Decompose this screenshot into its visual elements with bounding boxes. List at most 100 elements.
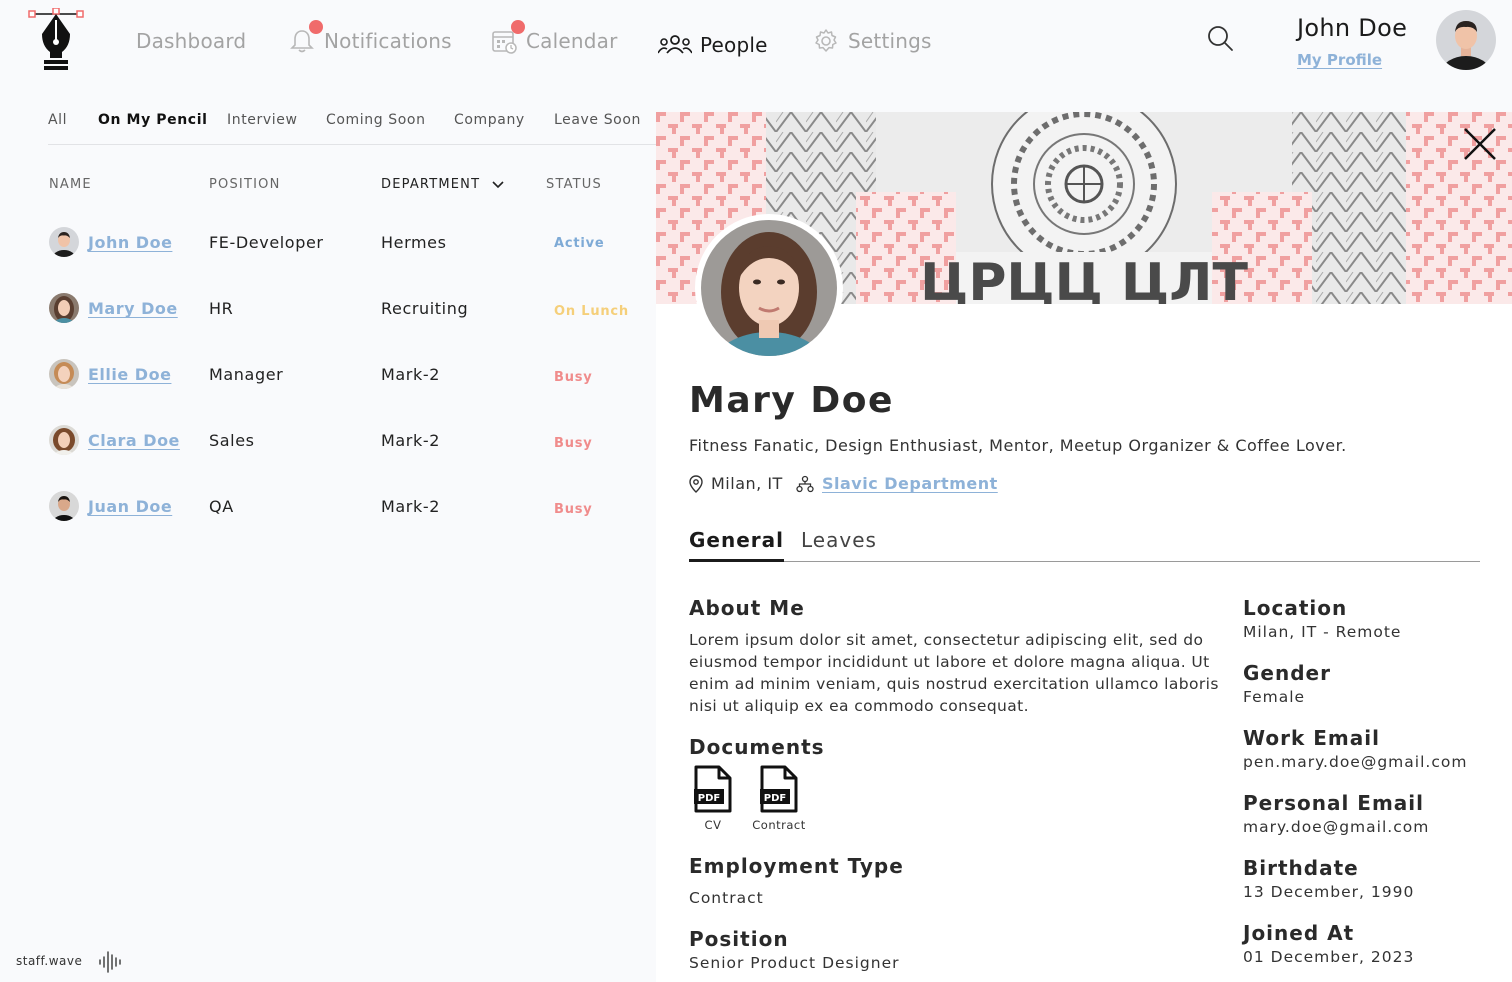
about-me-text: Lorem ipsum dolor sit amet, consectetur … bbox=[689, 631, 1219, 715]
avatar bbox=[49, 359, 79, 389]
detail-label: Birthdate bbox=[1243, 856, 1359, 880]
nav-calendar-label: Calendar bbox=[526, 29, 618, 53]
notification-dot bbox=[309, 20, 323, 34]
avatar bbox=[49, 227, 79, 257]
gear-icon bbox=[812, 27, 840, 55]
detail-label: Gender bbox=[1243, 661, 1331, 685]
profile-department: Slavic Department bbox=[796, 474, 998, 493]
employment-type-value: Contract bbox=[689, 889, 764, 907]
current-user-name: John Doe bbox=[1297, 14, 1408, 42]
nav-notifications-label: Notifications bbox=[324, 29, 452, 53]
nav-settings[interactable]: Settings bbox=[812, 26, 932, 56]
sound-wave-icon bbox=[99, 951, 121, 973]
person-position: Sales bbox=[209, 431, 255, 450]
person-position: Manager bbox=[209, 365, 284, 384]
profile-location: Milan, IT bbox=[689, 474, 783, 493]
person-position: FE-Developer bbox=[209, 233, 324, 252]
profile-panel: ЦРЦЦ ЦЛТ Mary Doe Fitness Fanatic, Desig… bbox=[656, 112, 1512, 982]
about-me-title: About Me bbox=[689, 596, 805, 620]
notification-dot bbox=[511, 20, 525, 34]
status-badge: Busy bbox=[554, 370, 593, 385]
detail-value: Female bbox=[1243, 688, 1306, 706]
document-label: Contract bbox=[752, 818, 806, 832]
person-name-link[interactable]: John Doe bbox=[88, 233, 172, 252]
profile-tabs: General Leaves bbox=[689, 528, 1480, 562]
person-department: Mark-2 bbox=[381, 365, 441, 384]
detail-value: 13 December, 1990 bbox=[1243, 883, 1415, 901]
position-value: Senior Product Designer bbox=[689, 954, 900, 972]
filter-tabs: All On My Pencil Interview Coming Soon C… bbox=[48, 110, 657, 145]
person-position: HR bbox=[209, 299, 234, 318]
detail-value: pen.mary.doe@gmail.com bbox=[1243, 753, 1468, 771]
nav-calendar[interactable]: Calendar bbox=[490, 20, 618, 56]
nav-dashboard[interactable]: Dashboard bbox=[136, 26, 246, 56]
nav-people[interactable]: People bbox=[658, 30, 768, 60]
profile-location-text: Milan, IT bbox=[711, 474, 783, 493]
profile-bio: Fitness Fanatic, Design Enthusiast, Ment… bbox=[689, 436, 1347, 455]
nav-settings-label: Settings bbox=[848, 29, 932, 53]
position-title: Position bbox=[689, 927, 789, 951]
document-cv[interactable]: PDF CV bbox=[678, 764, 748, 832]
status-badge: Active bbox=[554, 236, 605, 251]
column-header-name: NAME bbox=[49, 177, 92, 192]
calendar-icon bbox=[490, 20, 525, 55]
person-position: QA bbox=[209, 497, 234, 516]
detail-value: 01 December, 2023 bbox=[1243, 948, 1415, 966]
profile-avatar bbox=[695, 214, 843, 362]
avatar bbox=[49, 425, 79, 455]
cover-inscription: ЦРЦЦ ЦЛТ bbox=[920, 253, 1248, 304]
person-department: Hermes bbox=[381, 233, 447, 252]
document-label: CV bbox=[704, 818, 722, 832]
column-header-position: POSITION bbox=[209, 177, 281, 192]
avatar bbox=[49, 491, 79, 521]
person-department: Recruiting bbox=[381, 299, 469, 318]
filter-tab-on-my-pencil[interactable]: On My Pencil bbox=[98, 112, 208, 128]
search-icon[interactable] bbox=[1206, 24, 1234, 52]
detail-label: Location bbox=[1243, 596, 1348, 620]
person-department: Mark-2 bbox=[381, 497, 441, 516]
person-name-link[interactable]: Mary Doe bbox=[88, 299, 178, 318]
svg-text:PDF: PDF bbox=[764, 793, 786, 804]
person-name-link[interactable]: Juan Doe bbox=[88, 497, 172, 516]
detail-label: Joined At bbox=[1243, 921, 1355, 945]
org-chart-icon bbox=[796, 475, 814, 492]
chevron-down-icon bbox=[492, 180, 504, 188]
column-header-department-label: DEPARTMENT bbox=[381, 177, 481, 192]
tab-general[interactable]: General bbox=[689, 528, 784, 562]
filter-tab-company[interactable]: Company bbox=[454, 112, 525, 128]
svg-text:PDF: PDF bbox=[698, 793, 720, 804]
employment-type-title: Employment Type bbox=[689, 854, 904, 878]
column-header-status: STATUS bbox=[546, 177, 602, 192]
app-logo-icon[interactable] bbox=[28, 8, 84, 72]
nav-dashboard-label: Dashboard bbox=[136, 29, 247, 53]
user-avatar[interactable] bbox=[1436, 10, 1496, 70]
detail-label: Work Email bbox=[1243, 726, 1380, 750]
pdf-file-icon: PDF bbox=[694, 765, 732, 813]
nav-notifications[interactable]: Notifications bbox=[288, 20, 452, 56]
person-department: Mark-2 bbox=[381, 431, 441, 450]
person-name-link[interactable]: Ellie Doe bbox=[88, 365, 171, 384]
filter-tab-interview[interactable]: Interview bbox=[227, 112, 298, 128]
my-profile-link[interactable]: My Profile bbox=[1297, 51, 1382, 69]
nav-people-label: People bbox=[700, 33, 768, 57]
status-badge: Busy bbox=[554, 436, 593, 451]
people-icon bbox=[658, 31, 692, 59]
tab-leaves[interactable]: Leaves bbox=[801, 528, 877, 562]
brand-name: staff.wave bbox=[16, 954, 83, 968]
profile-name: Mary Doe bbox=[689, 380, 894, 421]
document-contract[interactable]: PDF Contract bbox=[744, 764, 814, 832]
person-name-link[interactable]: Clara Doe bbox=[88, 431, 180, 450]
documents-title: Documents bbox=[689, 735, 825, 759]
column-header-department[interactable]: DEPARTMENT bbox=[381, 177, 504, 192]
close-icon[interactable] bbox=[1462, 126, 1498, 162]
avatar bbox=[49, 293, 79, 323]
pdf-file-icon: PDF bbox=[760, 765, 798, 813]
filter-tab-all[interactable]: All bbox=[48, 112, 67, 128]
department-link[interactable]: Slavic Department bbox=[822, 474, 998, 493]
filter-tab-coming-soon[interactable]: Coming Soon bbox=[326, 112, 426, 128]
filter-tab-leave-soon[interactable]: Leave Soon bbox=[554, 112, 641, 128]
status-badge: On Lunch bbox=[554, 304, 629, 319]
bell-icon bbox=[288, 20, 323, 55]
detail-label: Personal Email bbox=[1243, 791, 1424, 815]
detail-value: mary.doe@gmail.com bbox=[1243, 818, 1430, 836]
